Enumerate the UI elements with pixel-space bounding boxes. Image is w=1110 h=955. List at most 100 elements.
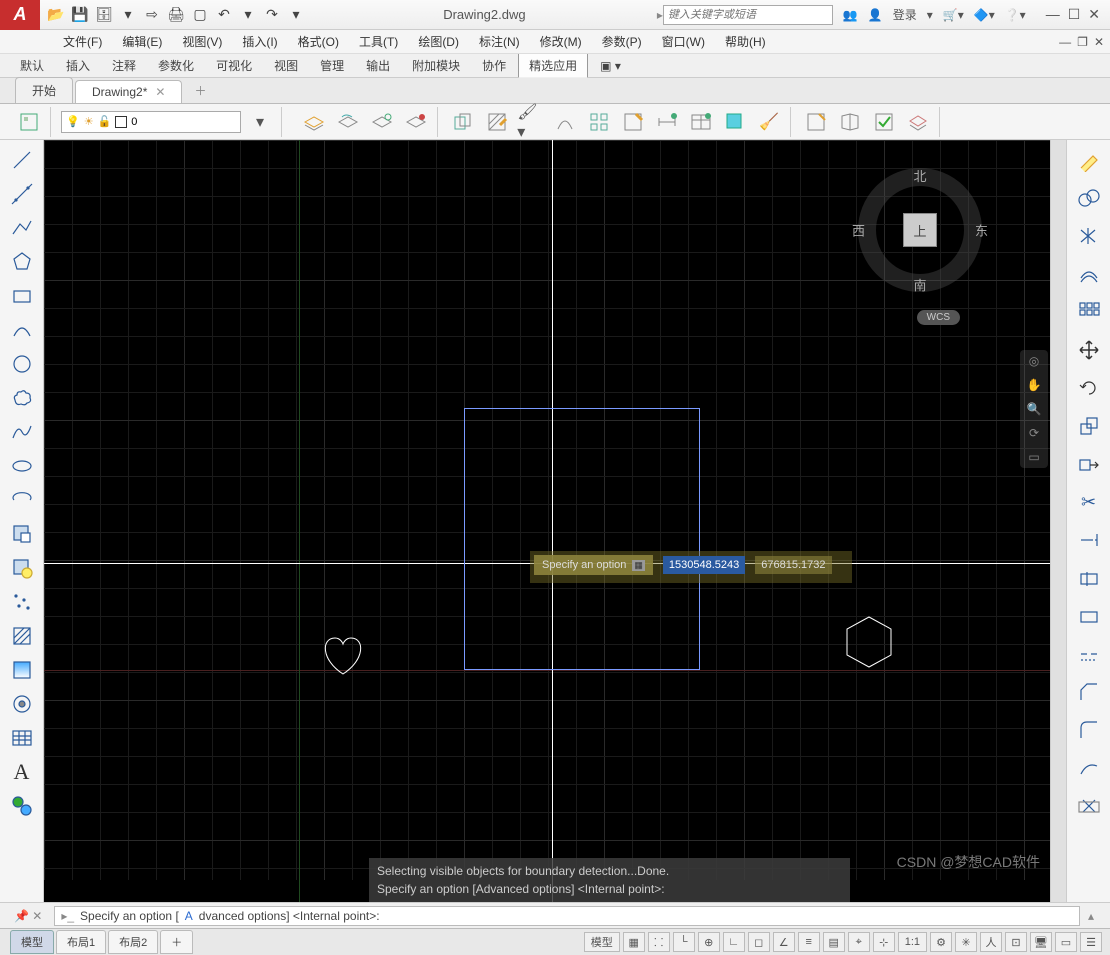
ellipse-arc-tool[interactable]	[4, 484, 40, 516]
array-tool[interactable]	[1071, 296, 1107, 328]
copy-button[interactable]	[448, 107, 478, 137]
rtab-more-icon[interactable]: ▣ ▾	[590, 56, 631, 76]
doc-restore-button[interactable]: ❐	[1077, 35, 1088, 49]
block-button[interactable]	[618, 107, 648, 137]
move-tool[interactable]	[1071, 334, 1107, 366]
sb-model[interactable]: 模型	[584, 932, 620, 952]
sb-scale-label[interactable]: 1:1	[898, 932, 927, 952]
search-input[interactable]	[663, 5, 833, 25]
saveas-icon[interactable]: 🗄	[96, 7, 112, 23]
plot-icon[interactable]: ▢	[192, 7, 208, 23]
tab-close-icon[interactable]: ✕	[155, 85, 165, 99]
vc-east[interactable]: 东	[975, 221, 988, 240]
hatch-edit-button[interactable]	[482, 107, 512, 137]
extend-tool[interactable]	[1071, 524, 1107, 556]
text-tool[interactable]: A	[4, 756, 40, 788]
cmdline-close-icon[interactable]: 📌 ✕	[8, 909, 48, 923]
menu-view[interactable]: 视图(V)	[174, 31, 230, 52]
export-icon[interactable]: ⇨	[144, 7, 160, 23]
polygon-tool[interactable]	[4, 246, 40, 278]
sb-ortho-icon[interactable]: └	[673, 932, 695, 952]
rtab-view[interactable]: 视图	[264, 54, 308, 77]
sb-dyn-icon[interactable]: ⊹	[873, 932, 895, 952]
sb-snap-icon[interactable]: ⸬	[648, 932, 670, 952]
file-tab-active[interactable]: Drawing2*✕	[75, 80, 182, 103]
scale-tool[interactable]	[1071, 410, 1107, 442]
circle-tool[interactable]	[4, 348, 40, 380]
brush-button[interactable]: 🖌▾	[516, 107, 546, 137]
sb-ws-icon[interactable]: ⊡	[1005, 932, 1027, 952]
broom-button[interactable]: 🧹	[754, 107, 784, 137]
sb-polar-icon[interactable]: ⊕	[698, 932, 720, 952]
menu-draw[interactable]: 绘图(D)	[410, 31, 467, 52]
rtab-insert[interactable]: 插入	[56, 54, 100, 77]
vc-west[interactable]: 西	[852, 221, 865, 240]
rtab-collab[interactable]: 协作	[472, 54, 516, 77]
vc-top[interactable]: 上	[903, 213, 937, 247]
redo-icon[interactable]: ↷	[264, 7, 280, 23]
rtab-default[interactable]: 默认	[10, 54, 54, 77]
sb-monitor-icon[interactable]: 🖥	[1030, 932, 1052, 952]
rtab-addins[interactable]: 附加模块	[402, 54, 470, 77]
layer-iso-button[interactable]	[367, 107, 397, 137]
menu-insert[interactable]: 插入(I)	[234, 31, 285, 52]
addpoint-tool[interactable]	[4, 790, 40, 822]
app-logo[interactable]: A	[0, 0, 40, 30]
check-button[interactable]	[869, 107, 899, 137]
layout-tab-model[interactable]: 模型	[10, 930, 54, 954]
hatch-tool[interactable]	[4, 620, 40, 652]
menu-tools[interactable]: 工具(T)	[351, 31, 406, 52]
drawing-canvas[interactable]: // placeholder, grid drawn by JS below S…	[44, 140, 1050, 902]
vc-north[interactable]: 北	[913, 166, 926, 185]
signin-icon[interactable]: 👤	[868, 8, 883, 22]
sb-ann-icon[interactable]: ✳	[955, 932, 977, 952]
layer-selector[interactable]: 💡 ☀ 🔓 0	[61, 111, 241, 133]
menu-dim[interactable]: 标注(N)	[471, 31, 528, 52]
copy-tool[interactable]	[1071, 182, 1107, 214]
menu-help[interactable]: 帮助(H)	[717, 31, 774, 52]
login-dropdown-icon[interactable]: ▾	[927, 8, 933, 22]
sb-ann2-icon[interactable]: 人	[980, 932, 1002, 952]
rtab-visualize[interactable]: 可视化	[206, 54, 262, 77]
open-icon[interactable]: 📂	[48, 7, 64, 23]
arc-button[interactable]	[550, 107, 580, 137]
menu-param[interactable]: 参数(P)	[594, 31, 650, 52]
nav-zoom-icon[interactable]: 🔍	[1027, 402, 1042, 416]
blend-tool[interactable]	[1071, 752, 1107, 784]
make-block-tool[interactable]	[4, 552, 40, 584]
nav-showmotion-icon[interactable]: ▭	[1028, 450, 1039, 464]
book-button[interactable]	[835, 107, 865, 137]
dyn-y-input[interactable]: 676815.1732	[755, 556, 831, 574]
nav-wheel-icon[interactable]: ◎	[1029, 354, 1039, 368]
sb-cycle-icon[interactable]: ⌖	[848, 932, 870, 952]
gradient-tool[interactable]	[4, 654, 40, 686]
trim-tool[interactable]: ✂	[1071, 486, 1107, 518]
offset-tool[interactable]	[1071, 258, 1107, 290]
nav-pan-icon[interactable]: ✋	[1027, 378, 1042, 392]
sb-osnap-icon[interactable]: ◻	[748, 932, 770, 952]
undo-icon[interactable]: ↶	[216, 7, 232, 23]
notebook-button[interactable]	[801, 107, 831, 137]
mirror-tool[interactable]	[1071, 220, 1107, 252]
new-icon[interactable]: ▾	[120, 7, 136, 23]
explode-tool[interactable]	[1071, 790, 1107, 822]
menu-format[interactable]: 格式(O)	[290, 31, 347, 52]
insert-block-tool[interactable]	[4, 518, 40, 550]
dim-button[interactable]	[652, 107, 682, 137]
point-tool[interactable]	[4, 586, 40, 618]
wcs-badge[interactable]: WCS	[917, 310, 960, 325]
rotate-tool[interactable]	[1071, 372, 1107, 404]
command-input[interactable]: ▸_ Specify an option [Advanced options] …	[54, 906, 1080, 926]
undo-dropdown-icon[interactable]: ▾	[240, 7, 256, 23]
doc-minimize-button[interactable]: —	[1059, 35, 1071, 49]
arc-tool[interactable]	[4, 314, 40, 346]
select-button[interactable]	[720, 107, 750, 137]
rectangle-tool[interactable]	[4, 280, 40, 312]
dyn-menu-icon[interactable]: ▦	[632, 560, 645, 571]
menu-edit[interactable]: 编辑(E)	[114, 31, 170, 52]
dyn-x-input[interactable]: 1530548.5243	[663, 556, 745, 574]
infocenter-icon[interactable]: 👥	[843, 8, 858, 22]
rtab-output[interactable]: 输出	[356, 54, 400, 77]
break2-tool[interactable]	[1071, 600, 1107, 632]
sb-otrack-icon[interactable]: ∠	[773, 932, 795, 952]
